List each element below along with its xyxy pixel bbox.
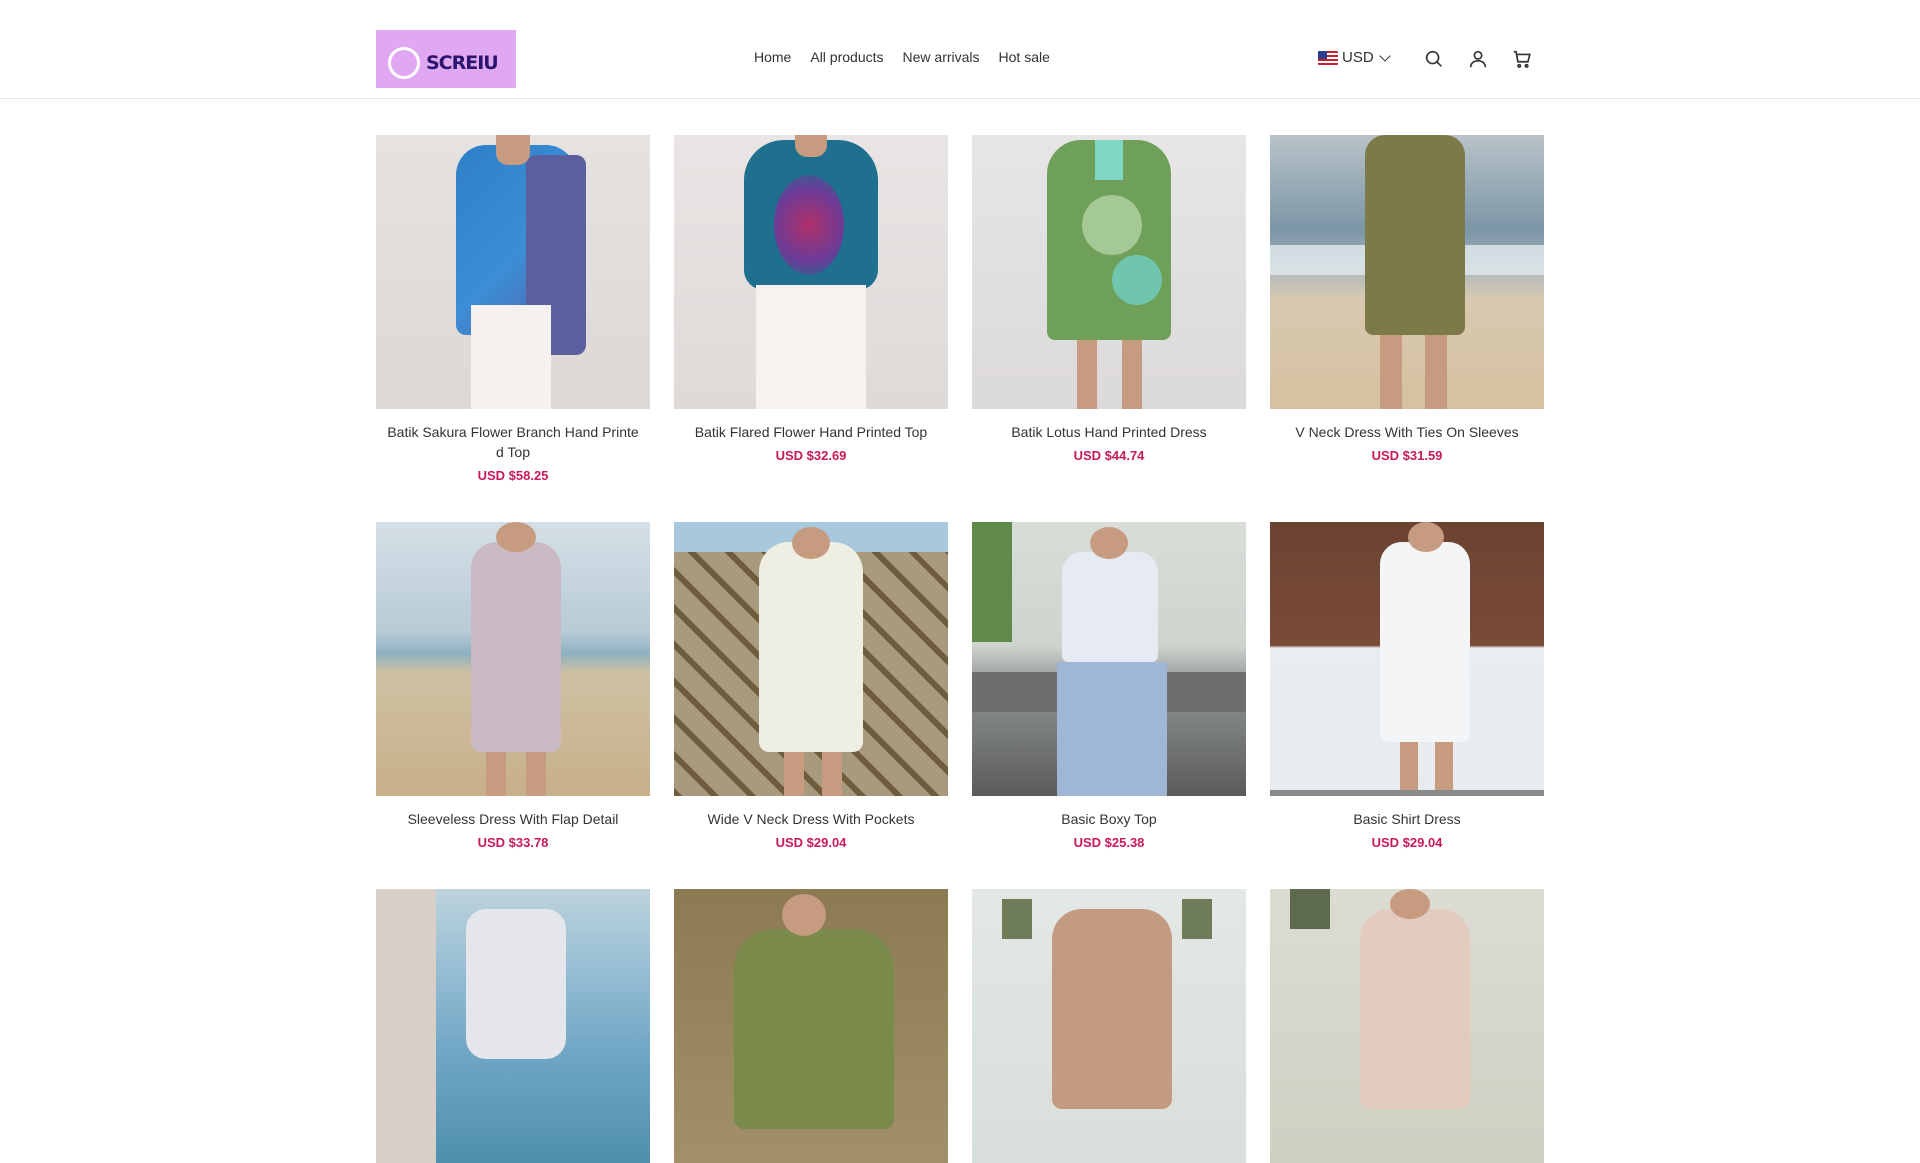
product-title[interactable]: Wide V Neck Dress With Pockets bbox=[674, 809, 948, 829]
product-image[interactable] bbox=[376, 522, 650, 796]
product-card[interactable]: Wide V Neck Dress With Pockets USD $29.0… bbox=[674, 522, 948, 850]
us-flag-icon bbox=[1318, 50, 1338, 65]
product-card[interactable]: Basic Boxy Top USD $25.38 bbox=[972, 522, 1246, 850]
logo-text: SCREIU bbox=[426, 52, 499, 74]
product-image[interactable] bbox=[674, 889, 948, 1163]
product-price: USD $29.04 bbox=[1371, 835, 1443, 850]
product-price: USD $32.69 bbox=[775, 448, 847, 463]
currency-selector[interactable]: USD bbox=[1318, 49, 1391, 66]
product-card[interactable] bbox=[674, 889, 948, 1163]
product-card[interactable] bbox=[376, 889, 650, 1163]
product-card[interactable] bbox=[1270, 889, 1544, 1163]
product-card[interactable]: V Neck Dress With Ties On Sleeves USD $3… bbox=[1270, 135, 1544, 463]
product-card[interactable] bbox=[972, 889, 1246, 1163]
product-price: USD $31.59 bbox=[1371, 448, 1443, 463]
product-image[interactable] bbox=[1270, 889, 1544, 1163]
product-title[interactable]: V Neck Dress With Ties On Sleeves bbox=[1270, 422, 1544, 442]
product-image[interactable] bbox=[674, 522, 948, 796]
product-price: USD $25.38 bbox=[1073, 835, 1145, 850]
product-image[interactable] bbox=[1270, 135, 1544, 409]
product-title[interactable]: Sleeveless Dress With Flap Detail bbox=[376, 809, 650, 829]
product-card[interactable]: Batik Sakura Flower Branch Hand Printe d… bbox=[376, 135, 650, 483]
product-image[interactable] bbox=[972, 522, 1246, 796]
product-card[interactable]: Basic Shirt Dress USD $29.04 bbox=[1270, 522, 1544, 850]
product-price: USD $29.04 bbox=[775, 835, 847, 850]
nav-home[interactable]: Home bbox=[754, 49, 791, 65]
product-image[interactable] bbox=[674, 135, 948, 409]
main-nav: Home All products New arrivals Hot sale bbox=[754, 49, 1050, 65]
product-card[interactable]: Batik Flared Flower Hand Printed Top USD… bbox=[674, 135, 948, 463]
product-price: USD $33.78 bbox=[477, 835, 549, 850]
product-price: USD $58.25 bbox=[477, 468, 549, 483]
product-image[interactable] bbox=[972, 889, 1246, 1163]
store-logo[interactable]: SCREIU bbox=[376, 30, 516, 88]
product-title[interactable]: Batik Lotus Hand Printed Dress bbox=[972, 422, 1246, 442]
product-price: USD $44.74 bbox=[1073, 448, 1145, 463]
user-icon[interactable] bbox=[1467, 48, 1489, 70]
product-card[interactable]: Batik Lotus Hand Printed Dress USD $44.7… bbox=[972, 135, 1246, 463]
product-image[interactable] bbox=[1270, 522, 1544, 796]
nav-all-products[interactable]: All products bbox=[810, 49, 883, 65]
currency-label: USD bbox=[1342, 49, 1374, 66]
product-image[interactable] bbox=[376, 135, 650, 409]
cart-icon[interactable] bbox=[1511, 48, 1533, 70]
product-image[interactable] bbox=[972, 135, 1246, 409]
product-image[interactable] bbox=[376, 889, 650, 1163]
search-icon[interactable] bbox=[1423, 48, 1445, 70]
nav-new-arrivals[interactable]: New arrivals bbox=[903, 49, 980, 65]
product-title[interactable]: Batik Sakura Flower Branch Hand Printe d… bbox=[376, 422, 650, 462]
chevron-down-icon bbox=[1379, 49, 1391, 62]
site-header: SCREIU Home All products New arrivals Ho… bbox=[0, 0, 1920, 99]
product-title[interactable]: Basic Shirt Dress bbox=[1270, 809, 1544, 829]
nav-hot-sale[interactable]: Hot sale bbox=[999, 49, 1050, 65]
product-title[interactable]: Basic Boxy Top bbox=[972, 809, 1246, 829]
product-title[interactable]: Batik Flared Flower Hand Printed Top bbox=[674, 422, 948, 442]
product-card[interactable]: Sleeveless Dress With Flap Detail USD $3… bbox=[376, 522, 650, 850]
logo-ring-icon bbox=[388, 47, 420, 79]
